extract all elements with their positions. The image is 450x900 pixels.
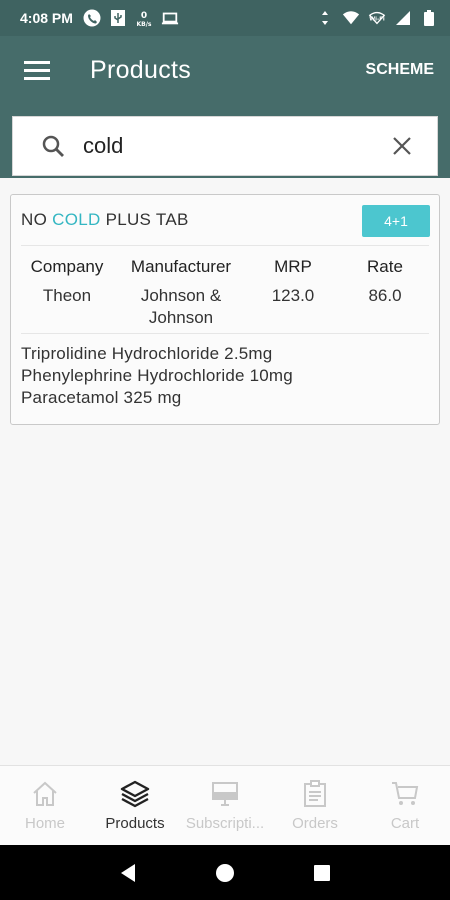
data-speed-icon: 0 KB/s [135, 9, 153, 27]
manufacturer-header: Manufacturer [130, 257, 232, 276]
mrp-header: MRP [274, 257, 312, 276]
composition-line: Paracetamol 325 mg [21, 388, 182, 407]
status-bar: 4:08 PM 0 KB/s Wi-Fi [0, 0, 450, 36]
nav-item-products[interactable]: Products [90, 766, 180, 845]
recents-square-icon [313, 864, 330, 881]
search-icon [42, 135, 64, 157]
rate-value: 86.0 [368, 286, 402, 305]
divider [21, 245, 429, 246]
nav-label-products: Products [105, 815, 165, 832]
composition-text: Triprolidine Hydrochloride 2.5mg Phenyle… [21, 343, 431, 409]
system-nav-bar [0, 845, 450, 900]
nav-label-home: Home [24, 815, 65, 832]
scheme-badge[interactable]: 4+1 [362, 205, 430, 237]
composition-line: Triprolidine Hydrochloride 2.5mg [21, 344, 273, 363]
product-card[interactable]: NO COLD PLUS TAB 4+1 Company Manufacture… [10, 194, 440, 425]
nav-label-cart: Cart [390, 815, 420, 832]
rate-header: Rate [367, 257, 403, 276]
composition-line: Phenylephrine Hydrochloride 10mg [21, 366, 293, 385]
svg-text:KB/s: KB/s [136, 21, 151, 27]
svg-text:Wi-Fi: Wi-Fi [369, 17, 385, 23]
back-triangle-icon [121, 863, 136, 882]
nav-label-orders: Orders [292, 815, 338, 832]
battery-icon [420, 9, 438, 27]
home-button[interactable] [213, 861, 237, 885]
wifi-icon [342, 9, 360, 27]
recents-button[interactable] [310, 861, 334, 885]
home-circle-icon [215, 863, 234, 882]
monitor-icon [212, 782, 238, 806]
home-icon [33, 781, 57, 806]
company-value: Theon [42, 286, 92, 305]
search-box [12, 116, 438, 176]
manufacturer-value: Johnson & Johnson [140, 286, 222, 327]
search-highlight: COLD [52, 210, 101, 229]
search-bar-container [0, 104, 450, 178]
status-time: 4:08 PM [20, 10, 73, 26]
search-input[interactable] [83, 133, 373, 159]
nav-label-subscriptions: Subscripti... [185, 815, 265, 832]
mrp-value: 123.0 [271, 286, 315, 305]
page-title: Products [90, 55, 192, 84]
layers-icon [120, 780, 150, 808]
nav-item-subscriptions[interactable]: Subscripti... [180, 766, 270, 845]
app-bar: Products SCHEME [0, 36, 450, 104]
close-icon[interactable] [391, 135, 413, 157]
back-button[interactable] [116, 861, 140, 885]
usb-icon [109, 9, 127, 27]
product-name: NO COLD PLUS TAB [21, 210, 189, 229]
nav-item-cart[interactable]: Cart [360, 766, 450, 845]
laptop-icon [161, 9, 179, 27]
svg-text:0: 0 [141, 11, 147, 21]
menu-button[interactable] [22, 55, 52, 85]
cart-icon [392, 782, 419, 805]
nav-item-orders[interactable]: Orders [270, 766, 360, 845]
vibrate-icon [316, 9, 334, 27]
bottom-nav: Home Products Subscripti... Orders Cart [0, 765, 450, 845]
phone-icon [83, 9, 101, 27]
signal-icon [394, 9, 412, 27]
hamburger-icon [24, 61, 50, 80]
company-header: Company [30, 257, 104, 276]
divider [21, 333, 429, 334]
vowifi-icon: Wi-Fi [368, 9, 386, 27]
scheme-button[interactable]: SCHEME [366, 61, 434, 79]
nav-item-home[interactable]: Home [0, 766, 90, 845]
clipboard-icon [304, 780, 326, 807]
